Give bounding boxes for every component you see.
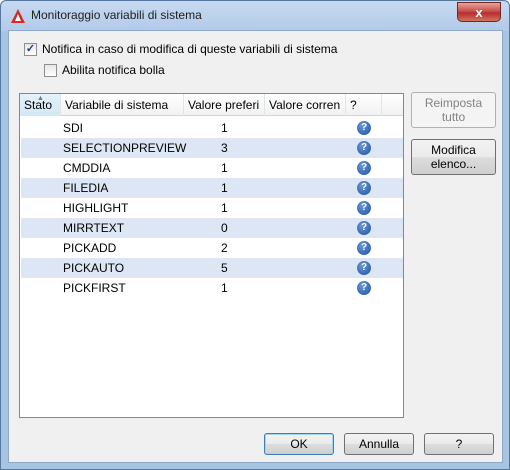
help-button[interactable]: ? (424, 433, 494, 455)
variable-name: SDI (63, 121, 84, 135)
edit-list-label-line1: Modifica (431, 143, 476, 157)
preferred-value: 2 (221, 241, 228, 255)
table-row[interactable]: PICKAUTO 5 ? (21, 258, 403, 278)
table-row[interactable]: CMDDIA 1 ? (21, 158, 403, 178)
preferred-value: 3 (221, 141, 228, 155)
preferred-value: 1 (221, 281, 228, 295)
notify-label: Notifica in caso di modifica di queste v… (42, 42, 338, 56)
variables-list[interactable]: ▲ Stato Variabile di sistema Valore pref… (19, 93, 404, 418)
preferred-value: 1 (221, 181, 228, 195)
column-header-help[interactable]: ? (346, 94, 382, 116)
preferred-value: 1 (221, 161, 228, 175)
help-icon[interactable]: ? (357, 121, 371, 135)
sort-up-icon: ▲ (37, 95, 44, 102)
column-header-stato[interactable]: ▲ Stato (20, 94, 61, 116)
cancel-button[interactable]: Annulla (344, 433, 414, 455)
balloon-checkbox[interactable] (44, 63, 57, 77)
variable-name: MIRRTEXT (63, 221, 125, 235)
variable-name: PICKADD (63, 241, 117, 255)
preferred-value: 1 (221, 121, 228, 135)
variable-name: PICKAUTO (63, 261, 125, 275)
variable-name: SELECTIONPREVIEW (63, 141, 187, 155)
title-bar[interactable]: Monitoraggio variabili di sistema x (1, 1, 509, 31)
table-row[interactable]: FILEDIA 1 ? (21, 178, 403, 198)
table-row[interactable]: PICKADD 2 ? (21, 238, 403, 258)
close-icon: x (475, 4, 483, 20)
variable-name: HIGHLIGHT (63, 201, 129, 215)
column-header-variable[interactable]: Variabile di sistema (61, 94, 184, 116)
help-icon[interactable]: ? (357, 241, 371, 255)
table-row[interactable]: PICKFIRST 1 ? (21, 278, 403, 298)
reset-all-button[interactable]: Reimposta tutto (411, 92, 496, 128)
notify-checkbox[interactable]: ✓ (24, 42, 37, 56)
preferred-value: 1 (221, 201, 228, 215)
column-header-current[interactable]: Valore corren (265, 94, 346, 116)
reset-all-label-line1: Reimposta (424, 96, 483, 110)
preferred-value: 0 (221, 221, 228, 235)
dialog-body: ✓ Notifica in caso di modifica di queste… (8, 30, 503, 463)
close-button[interactable]: x (457, 2, 501, 22)
autocad-icon (11, 9, 25, 23)
table-row[interactable]: SELECTIONPREVIEW 3 ? (21, 138, 403, 158)
help-icon[interactable]: ? (357, 281, 371, 295)
ok-button[interactable]: OK (264, 433, 334, 455)
list-header: ▲ Stato Variabile di sistema Valore pref… (20, 94, 403, 116)
variable-name: FILEDIA (63, 181, 109, 195)
help-icon[interactable]: ? (357, 261, 371, 275)
balloon-option[interactable]: Abilita notifica bolla (44, 63, 165, 77)
notify-option[interactable]: ✓ Notifica in caso di modifica di queste… (24, 42, 337, 56)
variable-name: PICKFIRST (63, 281, 126, 295)
table-row[interactable]: SDI 1 ? (21, 118, 403, 138)
table-row[interactable]: HIGHLIGHT 1 ? (21, 198, 403, 218)
help-icon[interactable]: ? (357, 181, 371, 195)
help-icon[interactable]: ? (357, 161, 371, 175)
edit-list-button[interactable]: Modifica elenco... (411, 139, 496, 175)
preferred-value: 5 (221, 261, 228, 275)
table-row[interactable]: MIRRTEXT 0 ? (21, 218, 403, 238)
edit-list-label-line2: elenco... (430, 157, 477, 171)
column-header-preferred[interactable]: Valore preferi (184, 94, 265, 116)
reset-all-label-line2: tutto (441, 110, 466, 124)
dialog-window: Monitoraggio variabili di sistema x ✓ No… (0, 0, 510, 470)
help-icon[interactable]: ? (357, 221, 371, 235)
help-icon[interactable]: ? (357, 201, 371, 215)
window-title: Monitoraggio variabili di sistema (31, 8, 202, 22)
balloon-label: Abilita notifica bolla (62, 63, 165, 77)
variable-name: CMDDIA (63, 161, 111, 175)
help-icon[interactable]: ? (357, 141, 371, 155)
